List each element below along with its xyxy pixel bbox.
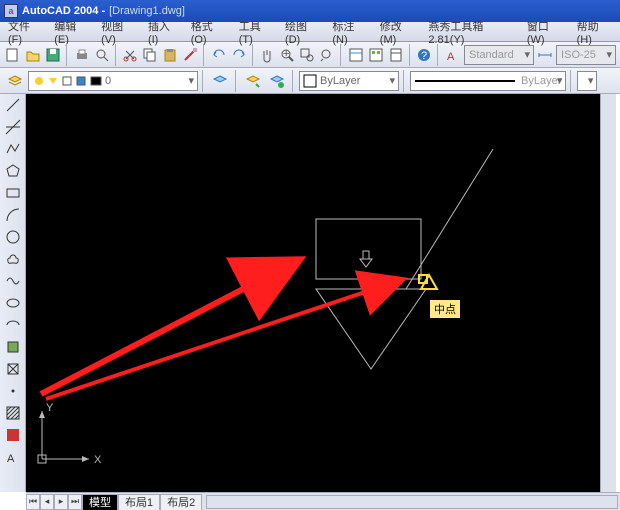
undo-icon[interactable] (210, 44, 228, 66)
zoom-window-icon[interactable] (298, 44, 316, 66)
svg-text:?: ? (421, 50, 427, 62)
text-style-icon[interactable]: A (444, 44, 462, 66)
text-icon[interactable]: A (3, 448, 23, 466)
match-icon[interactable] (181, 44, 199, 66)
paste-icon[interactable] (161, 44, 179, 66)
ucs-x-label: X (94, 454, 102, 466)
tab-next-icon[interactable]: ▸ (54, 494, 68, 510)
lineweight-dropdown[interactable] (577, 71, 597, 91)
copy-icon[interactable] (141, 44, 159, 66)
xline-icon[interactable] (3, 118, 23, 136)
print-icon[interactable] (73, 44, 91, 66)
rectangle-icon[interactable] (3, 184, 23, 202)
region-icon[interactable] (3, 426, 23, 444)
open-icon[interactable] (24, 44, 42, 66)
properties-icon[interactable] (347, 44, 365, 66)
draw-toolbar: A (0, 94, 26, 492)
svg-text:A: A (447, 51, 455, 63)
insert-block-icon[interactable] (3, 338, 23, 356)
toolpalette-icon[interactable] (387, 44, 405, 66)
svg-text:A: A (7, 453, 15, 465)
hatch-icon[interactable] (3, 404, 23, 422)
make-current-icon[interactable] (242, 70, 264, 92)
toolbar-standard: + ? A Standard ISO-25 (0, 42, 620, 68)
zoom-realtime-icon[interactable]: + (278, 44, 296, 66)
cut-icon[interactable] (121, 44, 139, 66)
dim-style-dropdown[interactable]: ISO-25 (556, 45, 616, 65)
horizontal-scrollbar[interactable] (206, 495, 618, 509)
color-dropdown[interactable]: ByLayer (299, 71, 399, 91)
layer-manager-icon[interactable] (4, 70, 26, 92)
spline-icon[interactable] (3, 272, 23, 290)
ellipse-arc-icon[interactable] (3, 316, 23, 334)
layer-name: 0 (105, 75, 111, 87)
design-center-icon[interactable] (367, 44, 385, 66)
polygon-icon[interactable] (3, 162, 23, 180)
text-style-dropdown[interactable]: Standard (464, 45, 534, 65)
line-icon[interactable] (3, 96, 23, 114)
toolbar-layers: 0 ByLayer ByLayer (0, 68, 620, 94)
layout-tabbar: ⏮ ◂ ▸ ⏭ 模型 布局1 布局2 (26, 492, 620, 510)
tab-first-icon[interactable]: ⏮ (26, 494, 40, 510)
revcloud-icon[interactable] (3, 250, 23, 268)
preview-icon[interactable] (93, 44, 111, 66)
osnap-tooltip: 中点 (429, 299, 461, 319)
tab-layout2[interactable]: 布局2 (160, 494, 202, 510)
layer-dropdown[interactable]: 0 (28, 71, 198, 91)
polyline-icon[interactable] (3, 140, 23, 158)
tab-layout1[interactable]: 布局1 (118, 494, 160, 510)
point-icon[interactable] (3, 382, 23, 400)
ellipse-icon[interactable] (3, 294, 23, 312)
zoom-prev-icon[interactable] (318, 44, 336, 66)
new-icon[interactable] (4, 44, 22, 66)
vertical-scrollbar[interactable] (600, 94, 616, 492)
layer-match-icon[interactable] (266, 70, 288, 92)
svg-text:+: + (283, 48, 289, 60)
dim-style-icon[interactable] (536, 44, 554, 66)
tab-model[interactable]: 模型 (82, 494, 118, 510)
arc-icon[interactable] (3, 206, 23, 224)
linetype-dropdown[interactable]: ByLayer (410, 71, 566, 91)
help-icon[interactable]: ? (415, 44, 433, 66)
ucs-y-label: Y (46, 402, 54, 414)
make-block-icon[interactable] (3, 360, 23, 378)
menubar: 文件(F) 编辑(E) 视图(V) 插入(I) 格式(O) 工具(T) 绘图(D… (0, 22, 620, 42)
circle-icon[interactable] (3, 228, 23, 246)
tab-last-icon[interactable]: ⏭ (68, 494, 82, 510)
ucs-icon: X Y (34, 399, 114, 482)
pan-icon[interactable] (258, 44, 276, 66)
redo-icon[interactable] (230, 44, 248, 66)
menu-help[interactable]: 帮助(H) (571, 16, 618, 48)
tab-prev-icon[interactable]: ◂ (40, 494, 54, 510)
drawing-canvas[interactable]: 中点 X Y (26, 94, 616, 492)
save-icon[interactable] (44, 44, 62, 66)
layer-previous-icon[interactable] (209, 70, 231, 92)
